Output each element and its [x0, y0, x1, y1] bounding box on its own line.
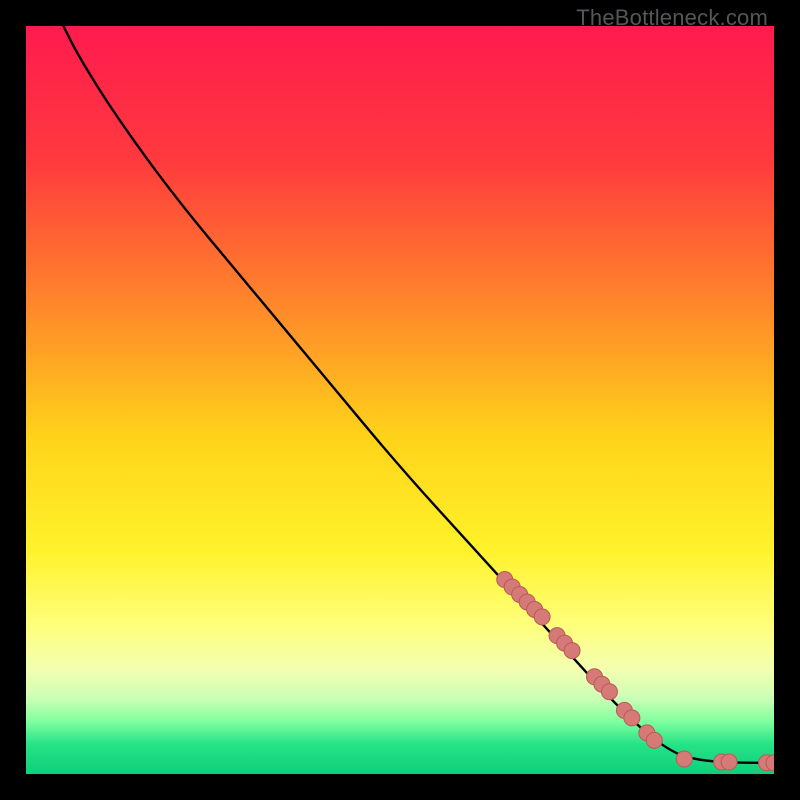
data-markers: [497, 572, 774, 771]
data-marker: [676, 751, 692, 767]
data-marker: [534, 609, 550, 625]
data-marker: [721, 754, 737, 770]
data-marker: [624, 710, 640, 726]
chart-frame: [26, 26, 774, 774]
watermark-text: TheBottleneck.com: [576, 5, 768, 31]
chart-svg: [26, 26, 774, 774]
data-marker: [646, 732, 662, 748]
data-marker: [601, 684, 617, 700]
plot-area: [26, 26, 774, 774]
bottleneck-curve: [63, 26, 774, 763]
data-marker: [564, 643, 580, 659]
